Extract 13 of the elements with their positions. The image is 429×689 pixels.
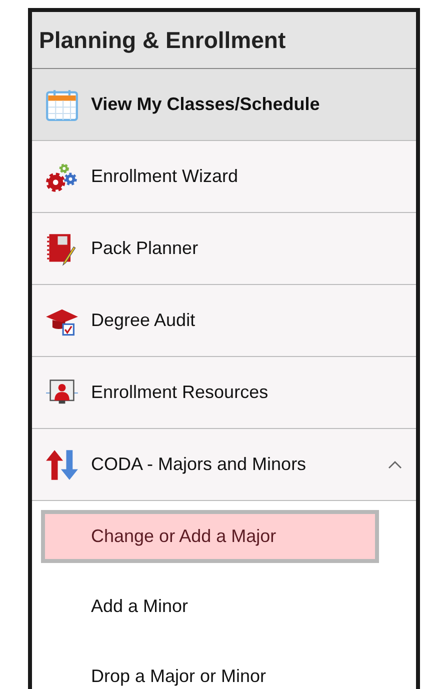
menu-item[interactable]: View My Classes/Schedule xyxy=(32,69,416,141)
panel-title: Planning & Enrollment xyxy=(39,26,286,54)
menu-item[interactable]: Degree Audit xyxy=(32,285,416,357)
menu-item[interactable]: Pack Planner xyxy=(32,213,416,285)
submenu-item[interactable]: Add a Minor xyxy=(41,580,379,632)
menu-item[interactable]: CODA - Majors and Minors xyxy=(32,429,416,501)
submenu-item[interactable]: Change or Add a Major xyxy=(41,510,379,562)
calendar-icon xyxy=(45,88,79,122)
menu-item[interactable]: Enrollment Resources xyxy=(32,357,416,429)
up-down-arrows-icon xyxy=(45,448,79,482)
menu-item[interactable]: Enrollment Wizard xyxy=(32,141,416,213)
submenu-item[interactable]: Drop a Major or Minor xyxy=(41,650,379,689)
chevron-icon[interactable] xyxy=(388,460,402,470)
